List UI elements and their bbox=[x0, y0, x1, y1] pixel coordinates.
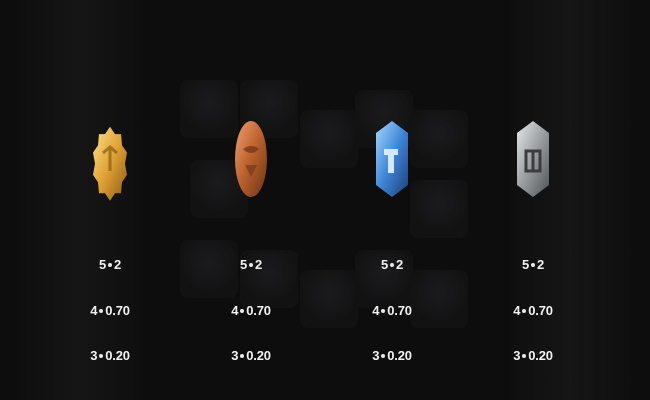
pay-row-3: 3 0.20 bbox=[372, 348, 412, 363]
pay-row-3: 3 0.20 bbox=[513, 348, 553, 363]
pay-row-5: 52 bbox=[239, 257, 263, 272]
pay-row-4: 4 0.70 bbox=[231, 303, 271, 318]
pay-row-4: 4 0.70 bbox=[90, 303, 130, 318]
gold-cog-coin-icon bbox=[80, 112, 140, 204]
paytable-column-copper: 52 4 0.70 3 0.20 bbox=[211, 112, 291, 392]
pay-row-3: 3 0.20 bbox=[231, 348, 271, 363]
paytable-column-blue: 52 4 0.70 3 0.20 bbox=[352, 112, 432, 392]
copper-cog-coin-icon bbox=[221, 112, 281, 204]
pay-row-3: 3 0.20 bbox=[90, 348, 130, 363]
pay-row-5: 52 bbox=[521, 257, 545, 272]
pay-row-5: 52 bbox=[380, 257, 404, 272]
pay-row-4: 4 0.70 bbox=[513, 303, 553, 318]
paytable-column-silver: 52 4 0.70 3 0.20 bbox=[493, 112, 573, 392]
pay-row-4: 4 0.70 bbox=[372, 303, 412, 318]
blue-hammer-hex-icon bbox=[362, 112, 422, 204]
paytable-column-gold: 52 4 0.70 3 0.20 bbox=[70, 112, 150, 392]
silver-hex-coin-icon bbox=[503, 112, 563, 204]
pay-row-5: 52 bbox=[98, 257, 122, 272]
